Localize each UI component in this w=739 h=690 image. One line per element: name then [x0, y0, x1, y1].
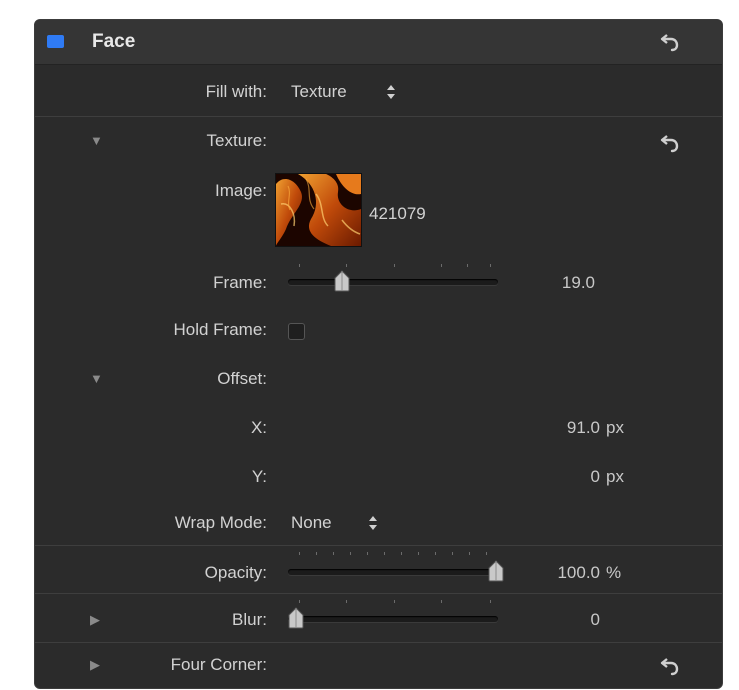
fill-with-row: Fill with: Texture	[35, 78, 722, 108]
blur-slider-track[interactable]	[288, 616, 498, 622]
fill-with-popup[interactable]: Texture	[291, 82, 347, 102]
opacity-slider-knob[interactable]	[486, 560, 506, 582]
offset-x-row: X: 91.0 px	[35, 414, 722, 444]
texture-label: Texture:	[206, 131, 267, 150]
frame-value[interactable]: 19.0	[525, 273, 595, 293]
opacity-label: Opacity:	[204, 563, 267, 582]
fill-with-label: Fill with:	[205, 82, 267, 101]
offset-x-label: X:	[250, 418, 267, 437]
face-inspector-panel: Face Fill with: Texture ▼ Texture: Image…	[34, 19, 723, 689]
image-well[interactable]	[275, 173, 362, 247]
offset-y-value[interactable]: 0	[515, 467, 600, 487]
section-title: Face	[92, 31, 136, 52]
disclosure-right-icon[interactable]: ▶	[90, 657, 100, 673]
four-corner-row: ▶ Four Corner:	[35, 651, 722, 681]
reset-arrow-icon[interactable]	[659, 31, 681, 53]
texture-row: ▼ Texture:	[35, 127, 722, 157]
disclosure-right-icon[interactable]: ▶	[90, 612, 100, 628]
image-name: 421079	[369, 204, 426, 223]
offset-y-label: Y:	[251, 467, 267, 486]
updown-chevron-icon[interactable]	[367, 514, 379, 532]
wrap-mode-label: Wrap Mode:	[174, 513, 267, 532]
blur-value[interactable]: 0	[525, 610, 600, 630]
hold-frame-label: Hold Frame:	[173, 320, 267, 339]
opacity-slider-track[interactable]	[288, 569, 498, 575]
enable-checkbox[interactable]	[47, 35, 64, 48]
reset-arrow-icon[interactable]	[659, 655, 681, 677]
frame-label: Frame:	[213, 273, 267, 292]
offset-y-row: Y: 0 px	[35, 463, 722, 493]
disclosure-down-icon[interactable]: ▼	[90, 371, 103, 386]
blur-slider-knob[interactable]	[286, 607, 306, 629]
frame-slider-track[interactable]	[288, 279, 498, 285]
hold-frame-row: Hold Frame:	[35, 316, 722, 346]
offset-x-unit: px	[606, 418, 624, 437]
blur-label: Blur:	[232, 610, 267, 629]
opacity-value[interactable]: 100.0	[515, 563, 600, 583]
opacity-row: Opacity: 100.0 %	[35, 549, 722, 589]
face-header[interactable]: Face	[35, 20, 722, 65]
updown-chevron-icon[interactable]	[385, 83, 397, 101]
reset-arrow-icon[interactable]	[659, 132, 681, 154]
frame-slider-knob[interactable]	[332, 270, 352, 292]
four-corner-label: Four Corner:	[170, 655, 267, 674]
offset-row: ▼ Offset:	[35, 365, 722, 395]
fire-texture-thumbnail	[276, 174, 361, 246]
opacity-unit: %	[606, 563, 622, 582]
offset-label: Offset:	[217, 369, 267, 388]
blur-row: ▶ Blur: 0	[35, 596, 722, 638]
image-label: Image:	[215, 181, 267, 200]
offset-x-value[interactable]: 91.0	[515, 418, 600, 438]
disclosure-down-icon[interactable]: ▼	[90, 133, 103, 148]
hold-frame-checkbox[interactable]	[288, 323, 305, 340]
image-row: Image: 421079	[35, 170, 722, 250]
wrap-mode-row: Wrap Mode: None	[35, 509, 722, 539]
wrap-mode-popup[interactable]: None	[291, 513, 332, 533]
frame-row: Frame: 19.0	[35, 264, 722, 298]
offset-y-unit: px	[606, 467, 624, 486]
